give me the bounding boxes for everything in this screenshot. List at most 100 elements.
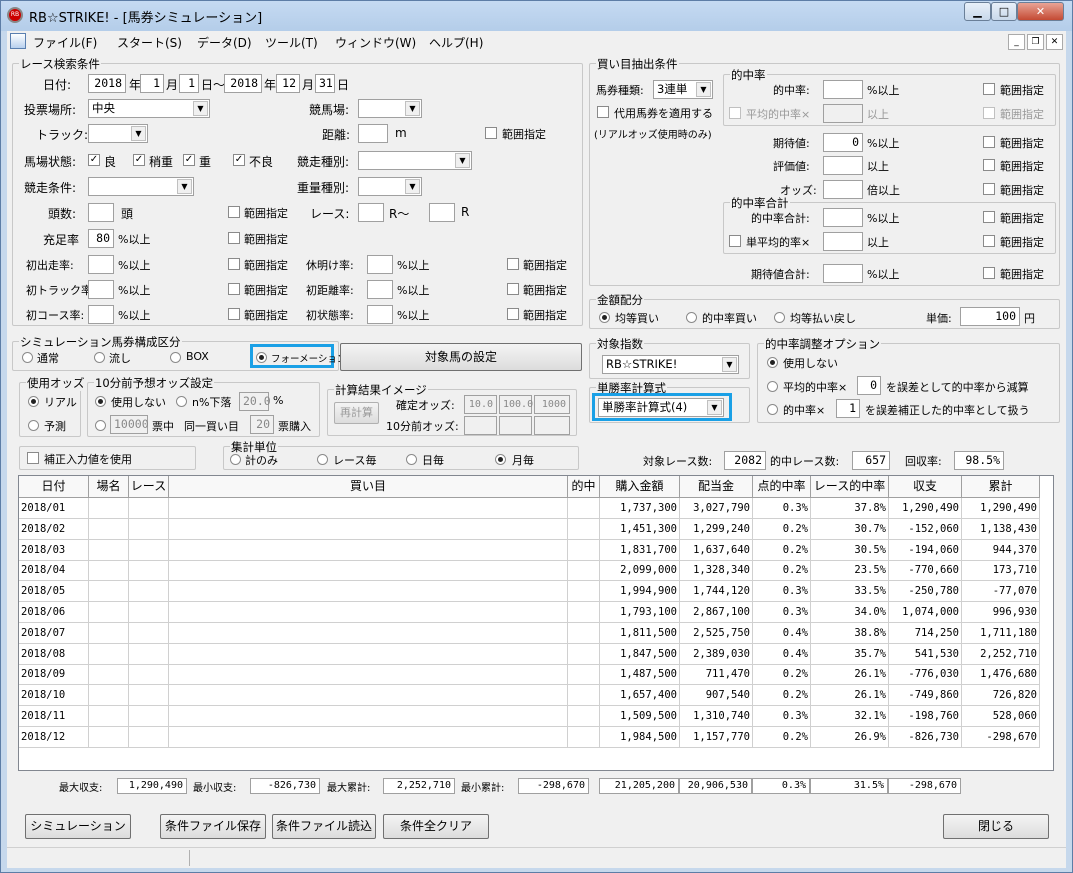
first-track-rate-input[interactable] — [88, 280, 114, 299]
table-cell[interactable]: 0.4% — [753, 622, 811, 644]
table-cell[interactable]: -749,860 — [889, 685, 962, 707]
table-cell[interactable]: 0.3% — [753, 706, 811, 727]
unit-day-radio[interactable] — [406, 454, 417, 465]
table-cell[interactable]: 1,074,000 — [889, 602, 962, 623]
table-cell[interactable] — [169, 498, 568, 519]
column-header[interactable]: 買い目 — [169, 476, 568, 498]
first-course-range-checkbox[interactable] — [228, 308, 240, 320]
heads-range-checkbox[interactable] — [228, 206, 240, 218]
pre10-drop-radio[interactable] — [176, 396, 187, 407]
distance-input[interactable] — [358, 124, 388, 143]
minimize-button[interactable]: ▁ — [964, 2, 991, 21]
recalc-button[interactable]: 再計算 — [334, 402, 379, 424]
table-cell[interactable] — [89, 498, 129, 519]
table-cell[interactable]: 541,530 — [889, 643, 962, 665]
table-cell[interactable] — [129, 498, 169, 519]
hit-sum-input[interactable] — [823, 208, 863, 227]
odds-predict-radio[interactable] — [28, 420, 39, 431]
win-rate-select[interactable]: 単勝率計算式(4) ▼ — [598, 398, 724, 417]
mdi-minimize-button[interactable]: _ — [1008, 34, 1025, 50]
table-cell[interactable]: 1,487,500 — [600, 664, 680, 686]
hit-sum-range-checkbox[interactable] — [983, 211, 995, 223]
comp-nagashi-radio[interactable] — [94, 352, 105, 363]
table-cell[interactable]: 1,847,500 — [600, 643, 680, 665]
heads-input[interactable] — [88, 203, 114, 222]
table-cell[interactable] — [169, 664, 568, 686]
fill-range-checkbox[interactable] — [228, 232, 240, 244]
table-cell[interactable]: 1,328,340 — [680, 560, 753, 582]
table-cell[interactable]: 0.2% — [753, 726, 811, 748]
table-cell[interactable]: 528,060 — [962, 706, 1040, 727]
mdi-close-button[interactable]: ✕ — [1046, 34, 1063, 50]
table-cell[interactable]: 0.4% — [753, 643, 811, 665]
table-cell[interactable]: -826,730 — [889, 726, 962, 748]
table-cell[interactable]: 2018/05 — [19, 581, 89, 603]
table-cell[interactable]: 907,540 — [680, 685, 753, 707]
table-cell[interactable]: 2018/10 — [19, 685, 89, 707]
cond-slightly-heavy-checkbox[interactable]: ✓ — [133, 154, 145, 166]
table-cell[interactable] — [568, 664, 600, 686]
table-cell[interactable]: -194,060 — [889, 539, 962, 561]
menu-start[interactable]: スタート(S) — [117, 34, 182, 51]
table-cell[interactable] — [568, 685, 600, 707]
table-cell[interactable]: 1,299,240 — [680, 518, 753, 540]
table-cell[interactable] — [568, 706, 600, 727]
table-cell[interactable] — [129, 664, 169, 686]
cond-bad-checkbox[interactable]: ✓ — [233, 154, 245, 166]
save-conditions-button[interactable]: 条件ファイル保存 — [160, 814, 266, 839]
maximize-button[interactable]: □ — [991, 2, 1017, 21]
table-cell[interactable] — [169, 581, 568, 603]
menu-data[interactable]: データ(D) — [197, 34, 252, 51]
table-cell[interactable] — [568, 518, 600, 540]
table-cell[interactable]: 1,744,120 — [680, 581, 753, 603]
title-bar[interactable]: RB RB☆STRIKE! - [馬券シミュレーション] ▁ □ ✕ — [1, 1, 1072, 31]
table-cell[interactable]: 1,984,500 — [600, 726, 680, 748]
clear-conditions-button[interactable]: 条件全クリア — [383, 814, 489, 839]
table-cell[interactable]: 30.7% — [811, 518, 889, 540]
comp-normal-radio[interactable] — [22, 352, 33, 363]
table-cell[interactable] — [89, 706, 129, 727]
hit-rate-input[interactable] — [823, 80, 863, 99]
table-cell[interactable] — [568, 560, 600, 582]
table-cell[interactable]: 173,710 — [962, 560, 1040, 582]
target-index-select[interactable]: RB☆STRIKE! ▼ — [602, 355, 739, 374]
load-conditions-button[interactable]: 条件ファイル読込 — [272, 814, 376, 839]
odds-range-checkbox[interactable] — [983, 183, 995, 195]
money-payout-radio[interactable] — [774, 312, 785, 323]
table-cell[interactable] — [568, 539, 600, 561]
table-cell[interactable] — [568, 581, 600, 603]
table-cell[interactable]: 1,793,100 — [600, 602, 680, 623]
table-cell[interactable] — [89, 602, 129, 623]
table-cell[interactable]: -152,060 — [889, 518, 962, 540]
table-cell[interactable] — [169, 643, 568, 665]
table-cell[interactable]: 1,310,740 — [680, 706, 753, 727]
table-cell[interactable] — [169, 539, 568, 561]
table-cell[interactable] — [129, 685, 169, 707]
table-cell[interactable] — [129, 602, 169, 623]
table-cell[interactable]: 1,637,640 — [680, 539, 753, 561]
pre10-amount-radio[interactable] — [95, 420, 106, 431]
table-cell[interactable] — [89, 539, 129, 561]
comp-box-radio[interactable] — [170, 352, 181, 363]
race-kind-select[interactable]: ▼ — [358, 151, 472, 170]
avg-hit-range-checkbox[interactable] — [983, 107, 995, 119]
column-header[interactable]: レース的中率 — [811, 476, 889, 498]
table-cell[interactable]: 26.1% — [811, 685, 889, 707]
first-track-range-checkbox[interactable] — [228, 283, 240, 295]
table-cell[interactable]: 2,389,030 — [680, 643, 753, 665]
table-cell[interactable] — [129, 643, 169, 665]
table-cell[interactable] — [129, 726, 169, 748]
table-cell[interactable]: 944,370 — [962, 539, 1040, 561]
table-cell[interactable]: -77,070 — [962, 581, 1040, 603]
table-cell[interactable] — [89, 622, 129, 644]
odds-real-radio[interactable] — [28, 396, 39, 407]
table-cell[interactable]: 33.5% — [811, 581, 889, 603]
table-cell[interactable]: 2018/01 — [19, 498, 89, 519]
column-header[interactable]: 場名 — [89, 476, 129, 498]
first-distance-range-checkbox[interactable] — [507, 283, 519, 295]
course-select[interactable]: ▼ — [358, 99, 422, 118]
table-cell[interactable]: 2,252,710 — [962, 643, 1040, 665]
target-horse-button[interactable]: 対象馬の設定 — [340, 343, 582, 371]
table-cell[interactable]: -776,030 — [889, 664, 962, 686]
column-header[interactable]: 点的中率 — [753, 476, 811, 498]
